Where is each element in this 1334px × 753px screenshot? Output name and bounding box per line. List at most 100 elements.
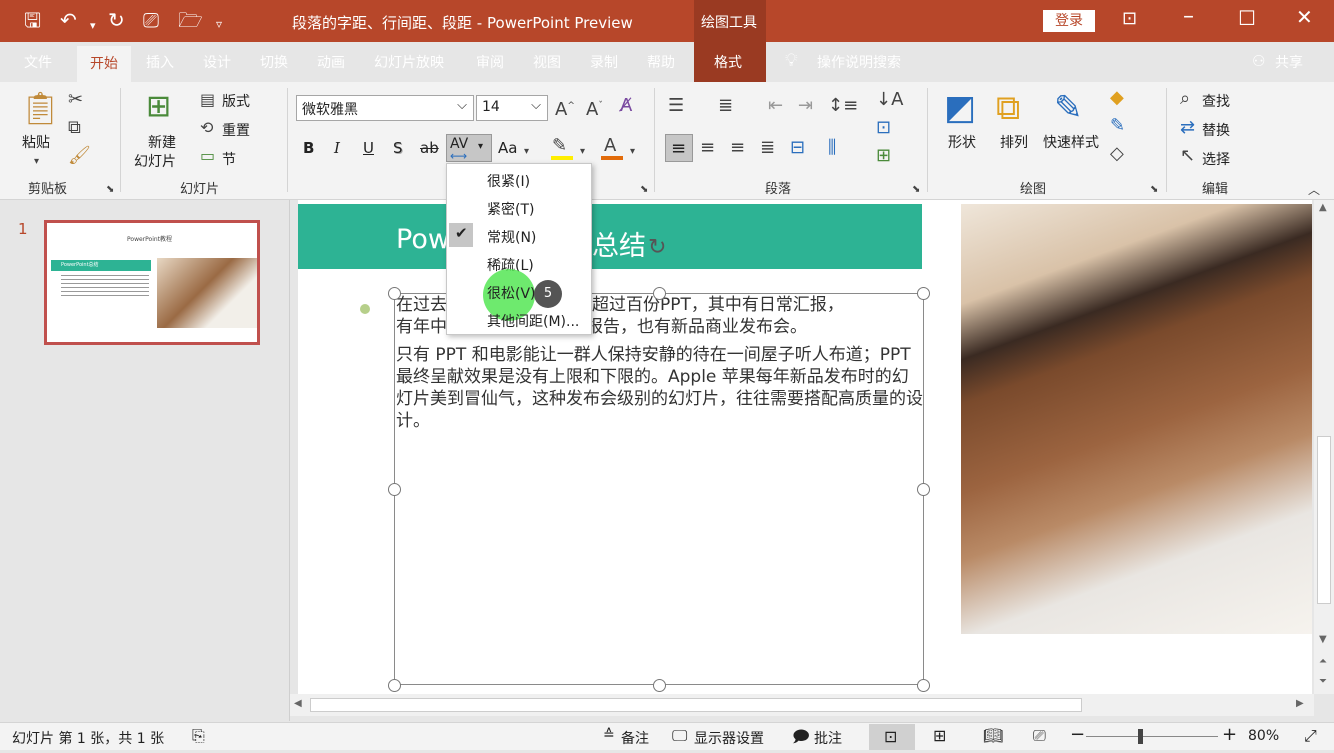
change-case-button[interactable]: Aa <box>498 139 517 157</box>
chevron-down-icon[interactable]: ▾ <box>524 142 529 162</box>
redo-icon[interactable]: ↻ <box>108 8 125 32</box>
tab-transitions[interactable]: 切换 <box>260 52 288 72</box>
arrange-icon[interactable]: ⧉ <box>996 90 1020 126</box>
strikethrough-button[interactable]: ab <box>420 139 439 157</box>
new-slide-label-2[interactable]: 幻灯片 <box>134 151 176 171</box>
slide-thumbnail[interactable]: PowerPoint教程 PowerPoint总结 <box>44 220 260 345</box>
quick-styles-icon[interactable]: ✎ <box>1054 90 1083 126</box>
align-left-button[interactable]: ≡ <box>665 134 693 162</box>
previous-slide-icon[interactable]: ⏶ <box>1319 656 1327 667</box>
format-painter-icon[interactable]: 🖌︎ <box>68 146 91 166</box>
maximize-icon[interactable]: ☐ <box>1238 6 1256 30</box>
paragraph-2[interactable]: 只有 PPT 和电影能让一群人保持安静的待在一间屋子听人布道；PPT 最终呈献效… <box>396 344 924 432</box>
tab-design[interactable]: 设计 <box>203 52 231 72</box>
resize-handle[interactable] <box>653 679 666 692</box>
scroll-left-icon[interactable]: ◀ <box>294 698 302 709</box>
tab-insert[interactable]: 插入 <box>146 52 174 72</box>
new-slide-label[interactable]: 新建 <box>148 132 176 152</box>
bullets-icon[interactable]: ☰ <box>668 96 684 116</box>
copy-icon[interactable]: ⧉ <box>68 118 81 138</box>
increase-font-icon[interactable]: A^ <box>555 96 575 120</box>
resize-handle[interactable] <box>917 483 930 496</box>
save-icon[interactable]: 🖫 <box>24 8 41 32</box>
tab-record[interactable]: 录制 <box>590 52 618 72</box>
tab-home[interactable]: 开始 <box>77 46 131 82</box>
tab-format[interactable]: 格式 <box>714 52 742 72</box>
font-size-combo[interactable]: 14 ⌵ <box>476 95 548 121</box>
slide-sorter-icon[interactable]: ⊞ <box>933 726 946 745</box>
slide-title-left[interactable]: Pow <box>396 224 450 255</box>
open-icon[interactable]: 🗁 <box>178 8 203 32</box>
resize-handle[interactable] <box>388 287 401 300</box>
decrease-font-icon[interactable]: Aˇ <box>586 96 603 120</box>
scroll-up-icon[interactable]: ▲ <box>1319 202 1327 213</box>
line-spacing-icon[interactable]: ↕≡ <box>828 96 858 116</box>
chevron-down-icon[interactable]: ▾ <box>580 142 585 162</box>
login-button[interactable]: 登录 <box>1043 10 1095 32</box>
paste-icon[interactable]: 📋︎ <box>20 90 61 126</box>
tab-view[interactable]: 视图 <box>533 52 561 72</box>
menu-item-more-spacing[interactable]: 其他间距(M)... <box>487 311 579 331</box>
display-settings-button[interactable]: 显示器设置 <box>694 728 764 748</box>
menu-item-very-tight[interactable]: 很紧(I) <box>487 171 530 191</box>
replace-button[interactable]: 替换 <box>1202 120 1230 140</box>
resize-handle[interactable] <box>653 287 666 300</box>
normal-view-button[interactable]: ⊡ <box>869 724 915 750</box>
italic-button[interactable]: I <box>334 139 340 157</box>
arrange-button[interactable]: 排列 <box>1000 132 1028 152</box>
slide-photo[interactable] <box>961 204 1312 634</box>
drawing-launcher-icon[interactable]: ⬊ <box>1150 180 1158 200</box>
zoom-in-icon[interactable]: + <box>1222 724 1237 745</box>
next-slide-icon[interactable]: ⏷ <box>1319 676 1327 687</box>
justify-icon[interactable]: ≣ <box>760 138 775 158</box>
increase-indent-icon[interactable]: ⇥ <box>798 96 813 116</box>
customize-qat-icon[interactable]: ▿ <box>216 12 222 36</box>
tell-me-search[interactable]: 操作说明搜索 <box>817 52 901 72</box>
undo-dropdown-icon[interactable]: ▾ <box>90 14 96 38</box>
tab-review[interactable]: 审阅 <box>476 52 504 72</box>
shape-outline-icon[interactable]: ✎ <box>1110 116 1125 136</box>
highlight-icon[interactable]: ✎ <box>552 136 567 156</box>
horizontal-scroll-thumb[interactable] <box>310 698 1082 712</box>
font-launcher-icon[interactable]: ⬊ <box>640 180 648 200</box>
paragraph-launcher-icon[interactable]: ⬊ <box>912 180 920 200</box>
menu-item-tight[interactable]: 紧密(T) <box>487 199 534 219</box>
close-icon[interactable]: ✕ <box>1296 5 1313 29</box>
font-color-icon[interactable]: A <box>604 136 616 156</box>
resize-handle[interactable] <box>917 679 930 692</box>
undo-icon[interactable]: ↶ <box>60 8 77 32</box>
chevron-down-icon[interactable]: ▾ <box>630 142 635 162</box>
cut-icon[interactable]: ✂ <box>68 90 83 110</box>
numbering-icon[interactable]: ≣ <box>718 96 733 116</box>
underline-button[interactable]: U <box>363 139 374 157</box>
notes-button[interactable]: 备注 <box>621 728 649 748</box>
rotate-handle-icon[interactable]: ↻ <box>648 235 666 260</box>
menu-item-very-loose[interactable]: 很松(V) <box>487 283 536 303</box>
tab-slideshow[interactable]: 幻灯片放映 <box>374 52 444 72</box>
minimize-icon[interactable]: – <box>1183 4 1194 29</box>
layout-button[interactable]: 版式 <box>222 91 250 111</box>
clipboard-launcher-icon[interactable]: ⬊ <box>106 180 114 200</box>
select-button[interactable]: 选择 <box>1202 149 1230 169</box>
tab-help[interactable]: 帮助 <box>647 52 675 72</box>
clear-format-icon[interactable]: A̸ <box>620 96 632 116</box>
align-center-icon[interactable]: ≡ <box>700 138 715 158</box>
present-icon[interactable]: ⎚ <box>143 8 159 32</box>
paste-dropdown-icon[interactable]: ▾ <box>34 152 39 172</box>
slideshow-icon[interactable]: ⎚ <box>1033 726 1046 746</box>
zoom-level[interactable]: 80% <box>1248 728 1279 744</box>
shapes-button[interactable]: 形状 <box>948 132 976 152</box>
bold-button[interactable]: B <box>303 139 314 157</box>
resize-handle[interactable] <box>917 287 930 300</box>
new-slide-icon[interactable]: ⊞ <box>146 90 171 124</box>
scroll-down-icon[interactable]: ▼ <box>1319 634 1327 645</box>
quick-styles-button[interactable]: 快速样式 <box>1043 132 1099 152</box>
shapes-icon[interactable]: ◩ <box>944 90 976 126</box>
slide-title-right[interactable]: 总结 <box>592 224 646 263</box>
fit-to-window-icon[interactable]: ⤢ <box>1304 726 1317 746</box>
vertical-scroll-thumb[interactable] <box>1317 436 1331 604</box>
share-button[interactable]: 共享 <box>1275 52 1303 72</box>
character-spacing-button[interactable]: AV ⟷ ▾ <box>446 134 492 163</box>
text-direction-icon[interactable]: ↓A <box>876 90 903 110</box>
font-name-combo[interactable]: 微软雅黑 ⌵ <box>296 95 474 121</box>
